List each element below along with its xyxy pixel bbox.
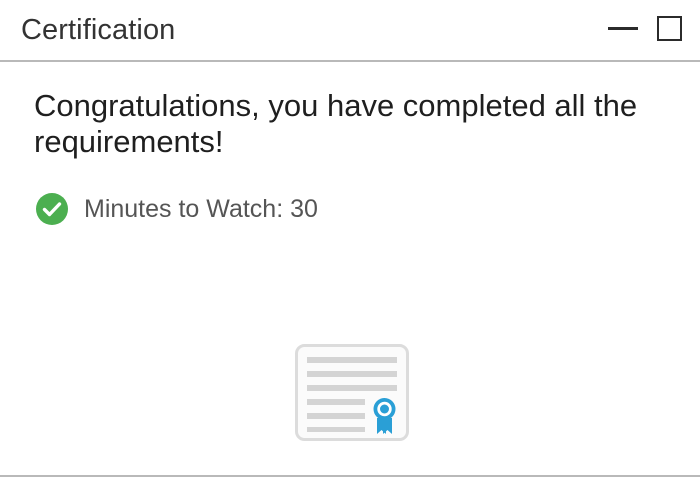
check-circle-icon	[36, 193, 68, 225]
window-controls	[593, 11, 685, 45]
maximize-icon	[656, 15, 682, 41]
completion-message: Congratulations, you have completed all …	[34, 88, 638, 159]
requirement-item: Minutes to Watch: 30	[35, 192, 318, 226]
panel-title: Certification	[21, 14, 176, 46]
minimize-button[interactable]	[607, 12, 639, 44]
panel-header: Certification	[0, 0, 700, 62]
certificate-icon	[295, 344, 409, 441]
requirement-label: Minutes to Watch: 30	[84, 195, 318, 223]
panel-body: Congratulations, you have completed all …	[0, 62, 700, 475]
maximize-button[interactable]	[653, 12, 685, 44]
minimize-icon	[608, 26, 638, 30]
certification-panel: Certification Congratulations, you have …	[0, 0, 700, 477]
